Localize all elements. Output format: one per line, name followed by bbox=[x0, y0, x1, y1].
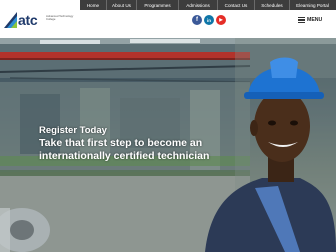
atc-logo[interactable]: atc Advanced Technology College bbox=[3, 10, 83, 34]
linkedin-icon[interactable]: in bbox=[204, 15, 214, 25]
nav-elearning-portal[interactable]: Elearning Portal bbox=[290, 0, 335, 10]
nav-admissions[interactable]: Admissions bbox=[179, 0, 217, 10]
logo-subtitle: Advanced Technology College bbox=[46, 14, 74, 22]
hero-banner: Register Today Take that first step to b… bbox=[0, 38, 336, 252]
facebook-icon[interactable]: f bbox=[192, 15, 202, 25]
logo-mark-icon bbox=[4, 12, 17, 28]
hero-line-certified: internationally certified technician bbox=[39, 150, 210, 162]
nav-contact-us[interactable]: Contact Us bbox=[218, 0, 254, 10]
hero-line-first-step: Take that first step to become an bbox=[39, 137, 203, 149]
nav-home[interactable]: Home bbox=[80, 0, 106, 10]
nav-schedules[interactable]: Schedules bbox=[255, 0, 289, 10]
menu-label: MENU bbox=[307, 17, 323, 23]
menu-button[interactable]: MENU bbox=[298, 16, 322, 24]
nav-programmes[interactable]: Programmes bbox=[137, 0, 178, 10]
logo-brand: atc bbox=[18, 12, 38, 28]
hero-line-register: Register Today bbox=[39, 125, 107, 136]
nav-about-us[interactable]: About Us bbox=[107, 0, 136, 10]
hero-headline: Register Today Take that first step to b… bbox=[39, 125, 209, 163]
top-navigation: Home About Us Programmes Admissions Cont… bbox=[80, 0, 336, 10]
linkedin-glyph: in bbox=[207, 17, 211, 23]
hamburger-icon bbox=[298, 17, 305, 23]
facebook-glyph: f bbox=[196, 17, 198, 23]
youtube-icon[interactable]: ▶ bbox=[216, 15, 226, 25]
youtube-glyph: ▶ bbox=[219, 17, 223, 22]
